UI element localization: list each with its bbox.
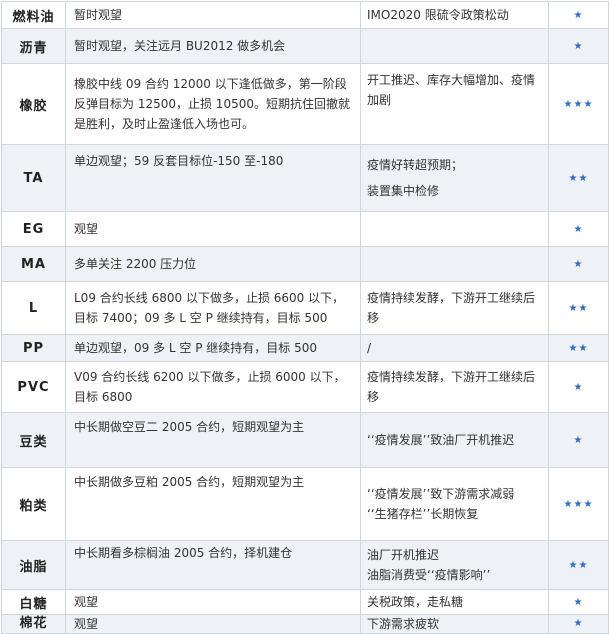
commodity-name: PVC bbox=[1, 361, 66, 413]
reason-cell: 疫情好转超预期； 装置集中检修 bbox=[360, 144, 549, 212]
reason-cell: ‘‘疫情发展’’致下游需求减弱 ‘‘生猪存栏’’长期恢复 bbox=[360, 467, 549, 541]
commodity-name: 油脂 bbox=[1, 540, 66, 590]
strategy-text: 观望 bbox=[74, 617, 99, 631]
strategy-text: 单边观望；59 反套目标位-150 至-180 bbox=[74, 154, 284, 168]
table-row: 橡胶 橡胶中线 09 合约 12000 以下逢低做多，第一阶段反弹目标为 125… bbox=[1, 63, 609, 145]
table-row: 豆类 中长期做空豆二 2005 合约，短期观望为主 ‘‘疫情发展’’致油厂开机推… bbox=[1, 412, 609, 468]
strategy-cell: 中长期看多棕榈油 2005 合约，择机建仓 bbox=[65, 540, 361, 590]
reason-cell: 油厂开机推迟 油脂消费受‘‘疫情影响’’ bbox=[360, 540, 549, 590]
commodity-name: 豆类 bbox=[1, 412, 66, 468]
strategy-table: 燃料油 暂时观望 IMO2020 限硫令政策松动 ★ 沥青 暂时观望，关注远月 … bbox=[1, 1, 609, 634]
table-row: TA 单边观望；59 反套目标位-150 至-180 疫情好转超预期； 装置集中… bbox=[1, 144, 609, 212]
commodity-name: MA bbox=[1, 246, 66, 282]
strategy-text: 单边观望，09 多 L 空 P 继续持有，目标 500 bbox=[74, 341, 317, 355]
reason-text: 装置集中检修 bbox=[367, 184, 440, 198]
reason-cell: 下游需求疲软 bbox=[360, 614, 549, 634]
table-row: L L09 合约长线 6800 以下做多，止损 6600 以下，目标 7400；… bbox=[1, 281, 609, 335]
rating-stars: ★ bbox=[548, 614, 609, 634]
reason-text: 下游需求疲软 bbox=[367, 617, 440, 631]
strategy-cell: 单边观望，09 多 L 空 P 继续持有，目标 500 bbox=[65, 334, 361, 362]
rating-stars: ★ bbox=[548, 246, 609, 282]
table-row: 油脂 中长期看多棕榈油 2005 合约，择机建仓 油厂开机推迟 油脂消费受‘‘疫… bbox=[1, 540, 609, 590]
commodity-name: L bbox=[1, 281, 66, 335]
strategy-text: 暂时观望 bbox=[74, 8, 123, 22]
table-row: 燃料油 暂时观望 IMO2020 限硫令政策松动 ★ bbox=[1, 1, 609, 29]
rating-stars: ★ bbox=[548, 211, 609, 247]
commodity-name: 沥青 bbox=[1, 28, 66, 64]
commodity-name: 燃料油 bbox=[1, 1, 66, 29]
reason-text: ‘‘疫情发展’’致下游需求减弱 bbox=[367, 487, 515, 501]
rating-stars: ★ bbox=[548, 361, 609, 413]
reason-text: / bbox=[367, 341, 372, 355]
commodity-name: 橡胶 bbox=[1, 63, 66, 145]
strategy-text: 观望 bbox=[74, 222, 99, 236]
strategy-text: 中长期看多棕榈油 2005 合约，择机建仓 bbox=[74, 546, 293, 560]
reason-cell: 疫情持续发酵，下游开工继续后移 bbox=[360, 281, 549, 335]
reason-cell: ‘‘疫情发展’’致油厂开机推迟 bbox=[360, 412, 549, 468]
reason-text: 疫情持续发酵，下游开工继续后移 bbox=[367, 291, 536, 325]
strategy-cell: 暂时观望，关注远月 BU2012 做多机会 bbox=[65, 28, 361, 64]
rating-stars: ★★★ bbox=[548, 467, 609, 541]
table-row: EG 观望 ★ bbox=[1, 211, 609, 247]
table-row: PP 单边观望，09 多 L 空 P 继续持有，目标 500 / ★★ bbox=[1, 334, 609, 362]
strategy-text: 观望 bbox=[74, 595, 99, 609]
reason-text: 油厂开机推迟 bbox=[367, 548, 440, 562]
commodity-name: TA bbox=[1, 144, 66, 212]
strategy-text: 多单关注 2200 压力位 bbox=[74, 257, 197, 271]
reason-text: ‘‘疫情发展’’致油厂开机推迟 bbox=[367, 433, 515, 447]
table-row: 棉花 观望 下游需求疲软 ★ bbox=[1, 614, 609, 634]
strategy-text: 橡胶中线 09 合约 12000 以下逢低做多，第一阶段反弹目标为 12500，… bbox=[74, 77, 350, 131]
reason-text: 疫情持续发酵，下游开工继续后移 bbox=[367, 370, 536, 404]
strategy-text: 暂时观望，关注远月 BU2012 做多机会 bbox=[74, 39, 286, 53]
table-row: PVC V09 合约长线 6200 以下做多，止损 6000 以下，目标 680… bbox=[1, 361, 609, 413]
rating-stars: ★★ bbox=[548, 144, 609, 212]
reason-cell: 开工推迟、库存大幅增加、疫情加剧 bbox=[360, 63, 549, 145]
strategy-cell: 暂时观望 bbox=[65, 1, 361, 29]
strategy-cell: 橡胶中线 09 合约 12000 以下逢低做多，第一阶段反弹目标为 12500，… bbox=[65, 63, 361, 145]
commodity-name: EG bbox=[1, 211, 66, 247]
reason-text: 关税政策，走私糖 bbox=[367, 595, 464, 609]
reason-text: IMO2020 限硫令政策松动 bbox=[367, 8, 509, 22]
strategy-text: 中长期做空豆二 2005 合约，短期观望为主 bbox=[74, 420, 305, 434]
rating-stars: ★★ bbox=[548, 540, 609, 590]
strategy-text: V09 合约长线 6200 以下做多，止损 6000 以下，目标 6800 bbox=[74, 370, 346, 404]
strategy-cell: 观望 bbox=[65, 614, 361, 634]
reason-text: ‘‘生猪存栏’’长期恢复 bbox=[367, 507, 479, 521]
rating-stars: ★★ bbox=[548, 334, 609, 362]
reason-cell: / bbox=[360, 334, 549, 362]
reason-text: 油脂消费受‘‘疫情影响’’ bbox=[367, 568, 491, 582]
table-row: MA 多单关注 2200 压力位 ★ bbox=[1, 246, 609, 282]
strategy-text: L09 合约长线 6800 以下做多，止损 6600 以下，目标 7400；09… bbox=[74, 291, 345, 325]
commodity-name: 棉花 bbox=[1, 614, 66, 634]
strategy-cell: 观望 bbox=[65, 211, 361, 247]
reason-cell bbox=[360, 211, 549, 247]
rating-stars: ★★ bbox=[548, 281, 609, 335]
commodity-name: 粕类 bbox=[1, 467, 66, 541]
commodity-name: PP bbox=[1, 334, 66, 362]
rating-stars: ★ bbox=[548, 28, 609, 64]
rating-stars: ★★★ bbox=[548, 63, 609, 145]
rating-stars: ★ bbox=[548, 1, 609, 29]
strategy-cell: 中长期做多豆粕 2005 合约，短期观望为主 bbox=[65, 467, 361, 541]
strategy-cell: 中长期做空豆二 2005 合约，短期观望为主 bbox=[65, 412, 361, 468]
strategy-cell: 多单关注 2200 压力位 bbox=[65, 246, 361, 282]
strategy-text: 中长期做多豆粕 2005 合约，短期观望为主 bbox=[74, 475, 305, 489]
strategy-cell: 单边观望；59 反套目标位-150 至-180 bbox=[65, 144, 361, 212]
table-row: 沥青 暂时观望，关注远月 BU2012 做多机会 ★ bbox=[1, 28, 609, 64]
reason-cell bbox=[360, 246, 549, 282]
reason-text: 开工推迟、库存大幅增加、疫情加剧 bbox=[367, 73, 536, 107]
table-row: 粕类 中长期做多豆粕 2005 合约，短期观望为主 ‘‘疫情发展’’致下游需求减… bbox=[1, 467, 609, 541]
reason-cell bbox=[360, 28, 549, 64]
reason-cell: 疫情持续发酵，下游开工继续后移 bbox=[360, 361, 549, 413]
reason-cell: IMO2020 限硫令政策松动 bbox=[360, 1, 549, 29]
reason-text: 疫情好转超预期； bbox=[367, 158, 464, 172]
strategy-cell: V09 合约长线 6200 以下做多，止损 6000 以下，目标 6800 bbox=[65, 361, 361, 413]
rating-stars: ★ bbox=[548, 412, 609, 468]
strategy-cell: L09 合约长线 6800 以下做多，止损 6600 以下，目标 7400；09… bbox=[65, 281, 361, 335]
